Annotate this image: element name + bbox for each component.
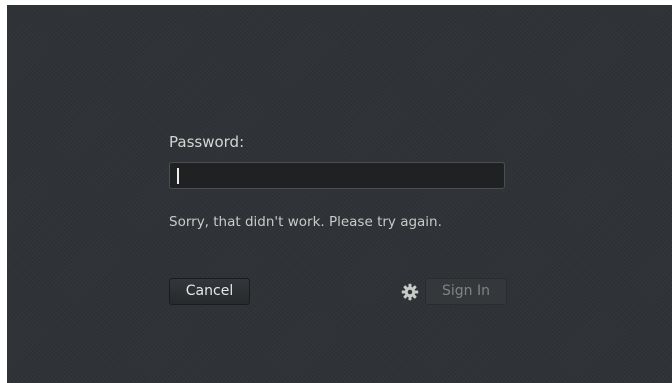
sign-in-button[interactable]: Sign In [425,278,507,305]
error-message: Sorry, that didn't work. Please try agai… [169,214,442,230]
login-dialog: Password: Sorry, that didn't work. Pleas… [169,131,509,311]
text-cursor [177,168,179,184]
login-screen: Password: Sorry, that didn't work. Pleas… [7,5,672,383]
gear-icon[interactable] [401,283,419,301]
cancel-button[interactable]: Cancel [169,278,250,305]
password-label: Password: [169,133,245,151]
password-field[interactable] [169,162,505,189]
